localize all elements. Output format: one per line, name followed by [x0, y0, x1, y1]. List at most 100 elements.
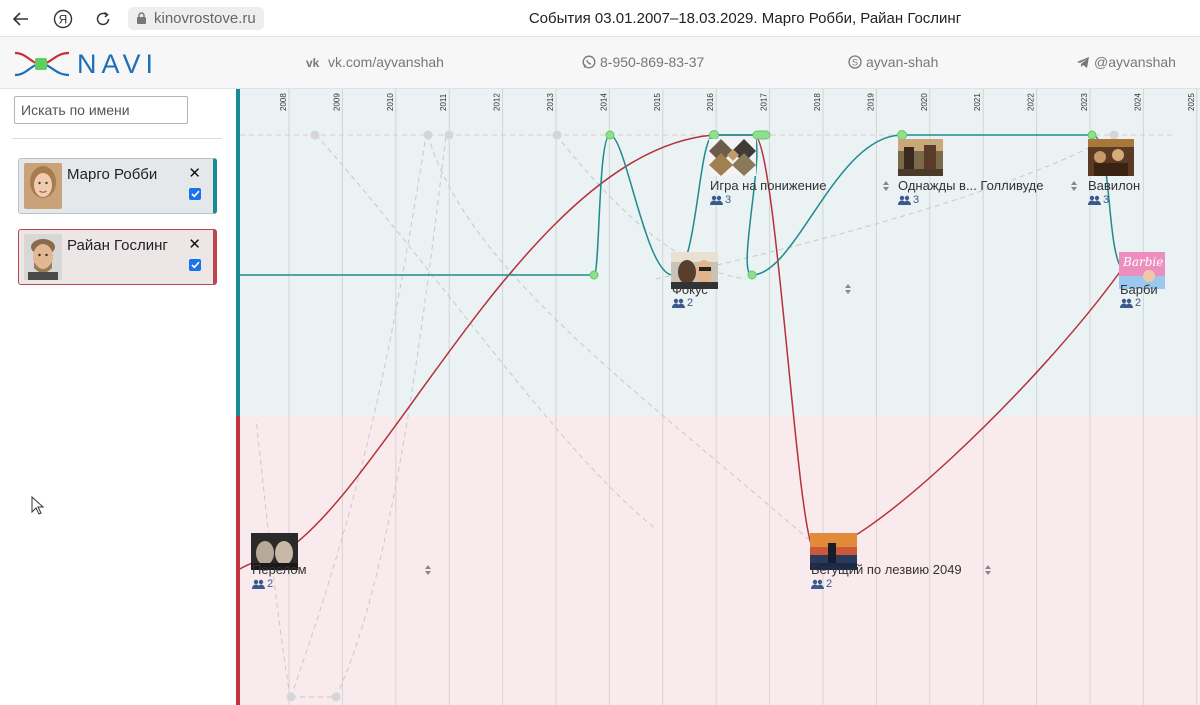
- yandex-icon[interactable]: Я: [50, 6, 76, 32]
- url-text: kinovrostove.ru: [154, 10, 256, 27]
- close-icon[interactable]: ✕: [188, 164, 201, 182]
- sort-arrows-icon[interactable]: [424, 564, 432, 576]
- site-header: NAVI vk vk.com/ayvanshah 8-950-869-83-37…: [0, 37, 1200, 89]
- svg-text:Я: Я: [59, 13, 68, 27]
- navi-logo[interactable]: NAVI: [13, 49, 163, 79]
- sidebar: Марго Робби ✕ Райан Гослинг ✕: [0, 89, 236, 705]
- year-label: 2017: [760, 93, 769, 111]
- telegram-contact[interactable]: @ayvanshah: [1076, 54, 1176, 70]
- year-label: 2023: [1080, 93, 1089, 111]
- person-checkbox-gosling[interactable]: [189, 259, 201, 271]
- film-title-barbie[interactable]: Барби: [1120, 282, 1158, 297]
- cast-count-value: 2: [267, 578, 274, 590]
- year-label: 2011: [439, 93, 448, 111]
- cast-count-fracture: 2: [252, 578, 273, 590]
- person-card-gosling[interactable]: Райан Гослинг ✕: [18, 229, 217, 285]
- vk-contact[interactable]: vk vk.com/ayvanshah: [306, 54, 444, 70]
- cast-count-value: 2: [1135, 297, 1142, 309]
- users-icon: [672, 298, 685, 308]
- year-label: 2015: [653, 93, 662, 111]
- cast-count-big-short: 3: [710, 194, 731, 206]
- year-label: 2016: [706, 93, 715, 111]
- sort-arrows-icon[interactable]: [882, 180, 890, 192]
- close-icon[interactable]: ✕: [188, 235, 201, 253]
- film-title-once-upon-hollywood[interactable]: Однажды в... Голливуде: [898, 178, 1043, 193]
- cast-count-babylon: 3: [1088, 194, 1109, 206]
- whatsapp-contact[interactable]: 8-950-869-83-37: [582, 54, 704, 70]
- telegram-link[interactable]: @ayvanshah: [1094, 54, 1176, 70]
- person-photo-gosling: [24, 234, 62, 280]
- year-label: 2018: [813, 93, 822, 111]
- vk-icon: vk: [306, 56, 320, 68]
- skype-contact[interactable]: S ayvan-shah: [848, 54, 938, 70]
- reload-icon[interactable]: [90, 6, 116, 32]
- cast-count-blade-runner-2049: 2: [811, 578, 832, 590]
- sidebar-divider: [12, 138, 222, 139]
- cast-count-once-upon-hollywood: 3: [898, 194, 919, 206]
- whatsapp-icon: [582, 55, 596, 69]
- poster-once-upon-hollywood[interactable]: [898, 139, 943, 176]
- users-icon: [252, 579, 265, 589]
- sort-arrows-icon[interactable]: [844, 283, 852, 295]
- person-card-robbie[interactable]: Марго Робби ✕: [18, 158, 217, 214]
- person-photo-robbie: [24, 163, 62, 209]
- users-icon: [710, 195, 723, 205]
- sort-arrows-icon[interactable]: [984, 564, 992, 576]
- users-icon: [898, 195, 911, 205]
- year-label: 2012: [493, 93, 502, 111]
- year-label: 2025: [1187, 93, 1196, 111]
- page-title: События 03.01.2007–18.03.2029. Марго Роб…: [528, 10, 962, 27]
- person-name-robbie: Марго Робби: [67, 166, 158, 183]
- svg-text:vk: vk: [306, 56, 320, 68]
- film-title-fracture[interactable]: Перелом: [252, 562, 307, 577]
- cast-count-value: 2: [826, 578, 833, 590]
- skype-icon: S: [848, 55, 862, 69]
- year-label: 2021: [973, 93, 982, 111]
- cast-count-focus: 2: [672, 297, 693, 309]
- users-icon: [1120, 298, 1133, 308]
- skype-link[interactable]: ayvan-shah: [866, 54, 938, 70]
- users-icon: [811, 579, 824, 589]
- address-bar[interactable]: kinovrostove.ru: [128, 7, 264, 30]
- sort-arrows-icon[interactable]: [1070, 180, 1078, 192]
- film-title-blade-runner-2049[interactable]: Бегущий по лезвию 2049: [811, 562, 962, 577]
- year-label: 2008: [279, 93, 288, 111]
- gosling-lane-marker: [236, 416, 240, 705]
- search-input[interactable]: [14, 96, 188, 124]
- logo-mark-icon: [14, 51, 70, 77]
- svg-text:Barbie: Barbie: [1122, 255, 1163, 269]
- logo-text: NAVI: [77, 49, 159, 79]
- lock-icon: [137, 12, 146, 24]
- year-label: 2014: [599, 93, 608, 111]
- film-title-babylon[interactable]: Вавилон: [1088, 178, 1140, 193]
- svg-text:S: S: [852, 58, 858, 68]
- cast-count-value: 2: [687, 297, 694, 309]
- film-title-focus[interactable]: Фокус: [672, 282, 708, 297]
- year-label: 2022: [1027, 93, 1036, 111]
- year-label: 2020: [920, 93, 929, 111]
- year-label: 2019: [866, 93, 875, 111]
- robbie-lane-marker: [236, 89, 240, 416]
- cast-count-value: 3: [1103, 194, 1110, 206]
- gosling-lane: [236, 416, 1200, 705]
- cast-count-value: 3: [913, 194, 920, 206]
- person-name-gosling: Райан Гослинг: [67, 237, 168, 254]
- film-title-big-short[interactable]: Игра на понижение: [710, 178, 827, 193]
- back-arrow-icon[interactable]: [8, 6, 34, 32]
- telegram-icon: [1077, 56, 1089, 68]
- timeline[interactable]: 2008 2009 2010 2011 2012 2013 2014 2015 2016 2017…: [236, 89, 1200, 705]
- browser-toolbar: Я kinovrostove.ru События 03.01.2007–18.…: [0, 0, 1200, 37]
- poster-babylon[interactable]: [1088, 139, 1134, 176]
- year-label: 2013: [546, 93, 555, 111]
- person-checkbox-robbie[interactable]: [189, 188, 201, 200]
- cast-count-barbie: 2: [1120, 297, 1141, 309]
- vk-link[interactable]: vk.com/ayvanshah: [328, 54, 444, 70]
- year-label: 2010: [386, 93, 395, 111]
- year-label: 2009: [332, 93, 341, 111]
- users-icon: [1088, 195, 1101, 205]
- cast-count-value: 3: [725, 194, 732, 206]
- whatsapp-link[interactable]: 8-950-869-83-37: [600, 54, 704, 70]
- poster-big-short[interactable]: [709, 139, 756, 176]
- year-label: 2024: [1133, 93, 1142, 111]
- mouse-cursor-icon: [31, 496, 45, 515]
